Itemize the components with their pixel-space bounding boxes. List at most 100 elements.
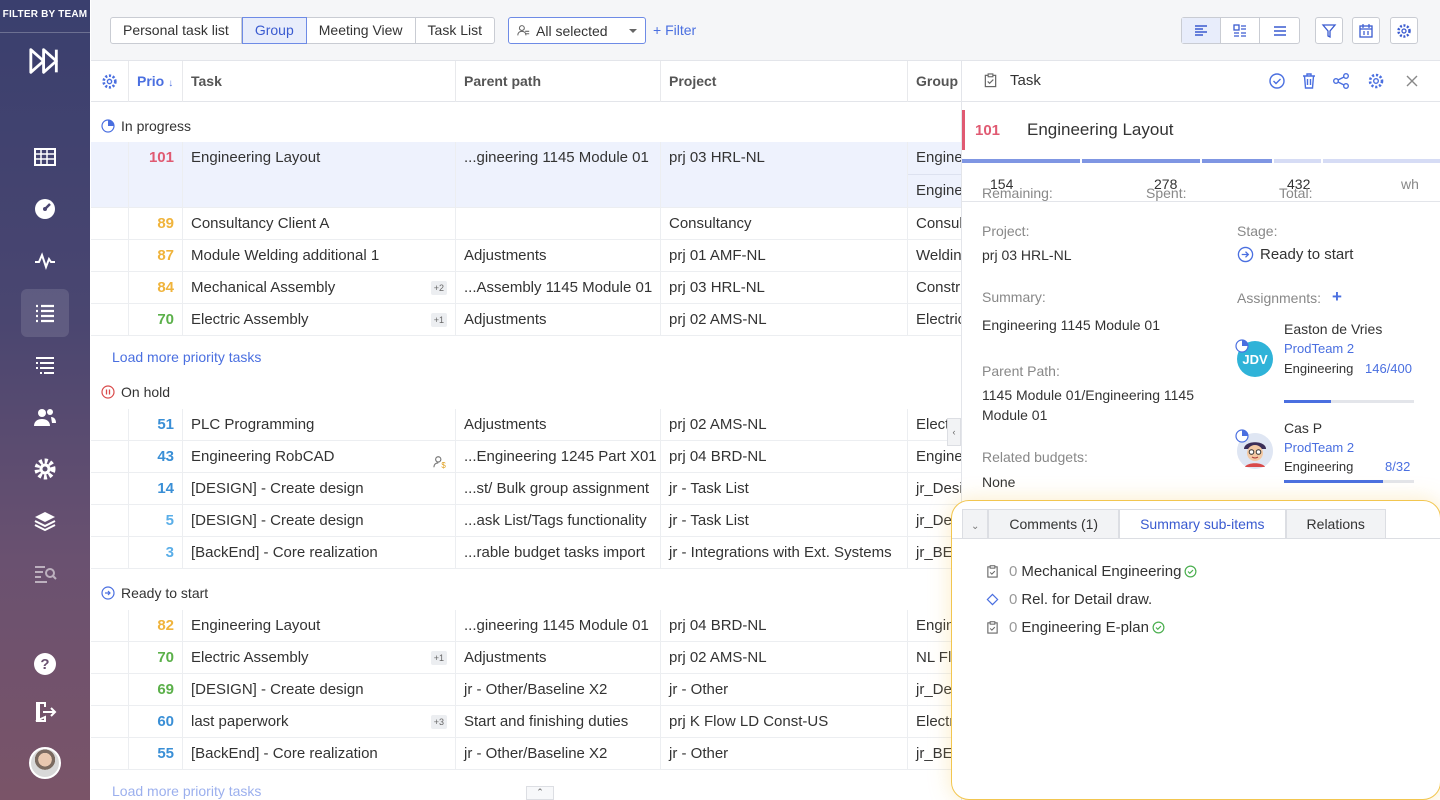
- table-row[interactable]: 14 [DESIGN] - Create design ...st/ Bulk gr…: [91, 473, 961, 505]
- group-header[interactable]: On hold: [101, 384, 170, 400]
- cell-task[interactable]: Consultancy Client A: [183, 208, 456, 240]
- table-row[interactable]: 60 last paperwork +3 Start and finishing du…: [91, 706, 961, 738]
- collapse-panel-button[interactable]: ‹: [947, 418, 961, 446]
- cell-project[interactable]: prj 02 AMS-NL: [661, 304, 908, 336]
- layout-list-button[interactable]: [1260, 18, 1299, 43]
- view-personal-task-list[interactable]: Personal task list: [111, 18, 242, 43]
- settings-button[interactable]: [1390, 17, 1418, 44]
- summary-value[interactable]: Engineering 1145 Module 01: [982, 315, 1160, 335]
- cell-task[interactable]: Module Welding additional 1: [183, 240, 456, 272]
- subtask-count-badge[interactable]: +2: [430, 281, 447, 295]
- cell-task[interactable]: [DESIGN] - Create design: [183, 473, 456, 505]
- table-row[interactable]: 43 Engineering RobCAD $ ...Engineering 1245…: [91, 441, 961, 473]
- cell-parent-path[interactable]: Adjustments: [456, 409, 661, 441]
- cell-group[interactable]: Consul: [908, 208, 961, 240]
- subtask-count-badge[interactable]: +3: [430, 715, 447, 729]
- view-task-list[interactable]: Task List: [416, 18, 494, 43]
- calendar-button[interactable]: [1352, 17, 1380, 44]
- cell-prio[interactable]: 5: [129, 505, 183, 537]
- cell-select[interactable]: [91, 505, 129, 537]
- cell-project[interactable]: Consultancy: [661, 208, 908, 240]
- cell-project[interactable]: jr - Other: [661, 674, 908, 706]
- cell-parent-path[interactable]: Start and finishing duties: [456, 706, 661, 738]
- cell-select[interactable]: [91, 441, 129, 473]
- logout-icon[interactable]: [21, 688, 69, 736]
- stage-select[interactable]: Ready to start: [1237, 246, 1353, 263]
- cell-parent-path[interactable]: ...Assembly 1145 Module 01: [456, 272, 661, 304]
- cell-task[interactable]: [BackEnd] - Core realization: [183, 738, 456, 770]
- cell-select[interactable]: [91, 142, 129, 208]
- column-group[interactable]: Group: [908, 61, 961, 102]
- cell-parent-path[interactable]: ...ask List/Tags functionality: [456, 505, 661, 537]
- check-circle-icon[interactable]: [1268, 72, 1286, 90]
- column-prio[interactable]: Prio ↓: [129, 61, 183, 102]
- table-row[interactable]: 89 Consultancy Client A Consultancy Consul: [91, 208, 961, 240]
- task-name[interactable]: Engineering Layout: [1027, 120, 1174, 140]
- cell-parent-path[interactable]: jr - Other/Baseline X2: [456, 674, 661, 706]
- tab-comments[interactable]: Comments (1): [988, 509, 1120, 539]
- filter-button[interactable]: + Filter: [653, 22, 696, 38]
- table-row[interactable]: 3 [BackEnd] - Core realization ...rable bu…: [91, 537, 961, 569]
- scroll-up-button[interactable]: ⌃: [526, 786, 554, 800]
- cell-project[interactable]: jr - Integrations with Ext. Systems: [661, 537, 908, 569]
- cell-project[interactable]: prj 02 AMS-NL: [661, 642, 908, 674]
- table-row[interactable]: 51 PLC Programming Adjustments prj 02 AMS-N…: [91, 409, 961, 441]
- tab-summary-sub-items[interactable]: Summary sub-items: [1119, 509, 1286, 539]
- column-task[interactable]: Task: [183, 61, 456, 102]
- cell-project[interactable]: jr - Task List: [661, 505, 908, 537]
- subtask-count-badge[interactable]: +1: [430, 313, 447, 327]
- cell-prio[interactable]: 101: [129, 142, 183, 208]
- gear-icon[interactable]: [1367, 72, 1385, 90]
- cell-project[interactable]: prj K Flow LD Const-US: [661, 706, 908, 738]
- cell-task[interactable]: last paperwork +3: [183, 706, 456, 738]
- cell-prio[interactable]: 3: [129, 537, 183, 569]
- cell-prio[interactable]: 69: [129, 674, 183, 706]
- cell-task[interactable]: Engineering Layout: [183, 142, 456, 208]
- cell-prio[interactable]: 14: [129, 473, 183, 505]
- cell-task[interactable]: Engineering Layout: [183, 610, 456, 642]
- view-group[interactable]: Group: [241, 17, 307, 44]
- cell-group[interactable]: Constr: [908, 272, 961, 304]
- hierarchy-list-icon[interactable]: [21, 341, 69, 389]
- cell-parent-path[interactable]: ...gineering 1145 Module 01: [456, 610, 661, 642]
- cell-parent-path[interactable]: Adjustments: [456, 304, 661, 336]
- table-row[interactable]: 87 Module Welding additional 1 Adjustments…: [91, 240, 961, 272]
- dashboard-icon[interactable]: [21, 185, 69, 233]
- table-row[interactable]: 70 Electric Assembly +1 Adjustments prj 02 A…: [91, 642, 961, 674]
- view-meeting-view[interactable]: Meeting View: [307, 18, 416, 43]
- cell-project[interactable]: prj 02 AMS-NL: [661, 409, 908, 441]
- grid-icon[interactable]: [21, 133, 69, 181]
- cell-select[interactable]: [91, 706, 129, 738]
- table-row[interactable]: 69 [DESIGN] - Create design jr - Other/Bas…: [91, 674, 961, 706]
- logo-icon[interactable]: [21, 37, 69, 85]
- load-more-link[interactable]: Load more priority tasks: [112, 783, 261, 799]
- cell-select[interactable]: [91, 409, 129, 441]
- layout-compact-button[interactable]: [1182, 18, 1221, 43]
- table-row[interactable]: 101 Engineering Layout ...gineering 1145 M…: [91, 142, 961, 208]
- cell-task[interactable]: Mechanical Assembly +2: [183, 272, 456, 304]
- gear-icon[interactable]: [21, 445, 69, 493]
- activity-icon[interactable]: [21, 237, 69, 285]
- cell-project[interactable]: prj 04 BRD-NL: [661, 610, 908, 642]
- cell-prio[interactable]: 87: [129, 240, 183, 272]
- table-row[interactable]: 82 Engineering Layout ...gineering 1145 Mo…: [91, 610, 961, 642]
- cell-task[interactable]: PLC Programming: [183, 409, 456, 441]
- subitem-row[interactable]: 0 Mechanical Engineering: [986, 563, 1197, 580]
- cell-prio[interactable]: 89: [129, 208, 183, 240]
- tab-relations[interactable]: Relations: [1285, 509, 1386, 539]
- analytics-icon[interactable]: [21, 549, 69, 597]
- cell-prio[interactable]: 70: [129, 642, 183, 674]
- cell-task[interactable]: [DESIGN] - Create design: [183, 505, 456, 537]
- assignee-team[interactable]: ProdTeam 2: [1284, 341, 1354, 356]
- filter-by-team-label[interactable]: FILTER BY TEAM: [0, 9, 90, 20]
- collapse-tabs-button[interactable]: ⌄: [962, 509, 989, 539]
- cell-parent-path[interactable]: ...rable budget tasks import: [456, 537, 661, 569]
- cell-task[interactable]: [DESIGN] - Create design: [183, 674, 456, 706]
- subitem-row[interactable]: 0 Engineering E-plan: [986, 619, 1165, 636]
- cell-prio[interactable]: 51: [129, 409, 183, 441]
- column-project[interactable]: Project: [661, 61, 908, 102]
- cell-parent-path[interactable]: ...gineering 1145 Module 01: [456, 142, 661, 208]
- cell-project[interactable]: prj 04 BRD-NL: [661, 441, 908, 473]
- column-settings-button[interactable]: [91, 61, 129, 102]
- cell-select[interactable]: [91, 208, 129, 240]
